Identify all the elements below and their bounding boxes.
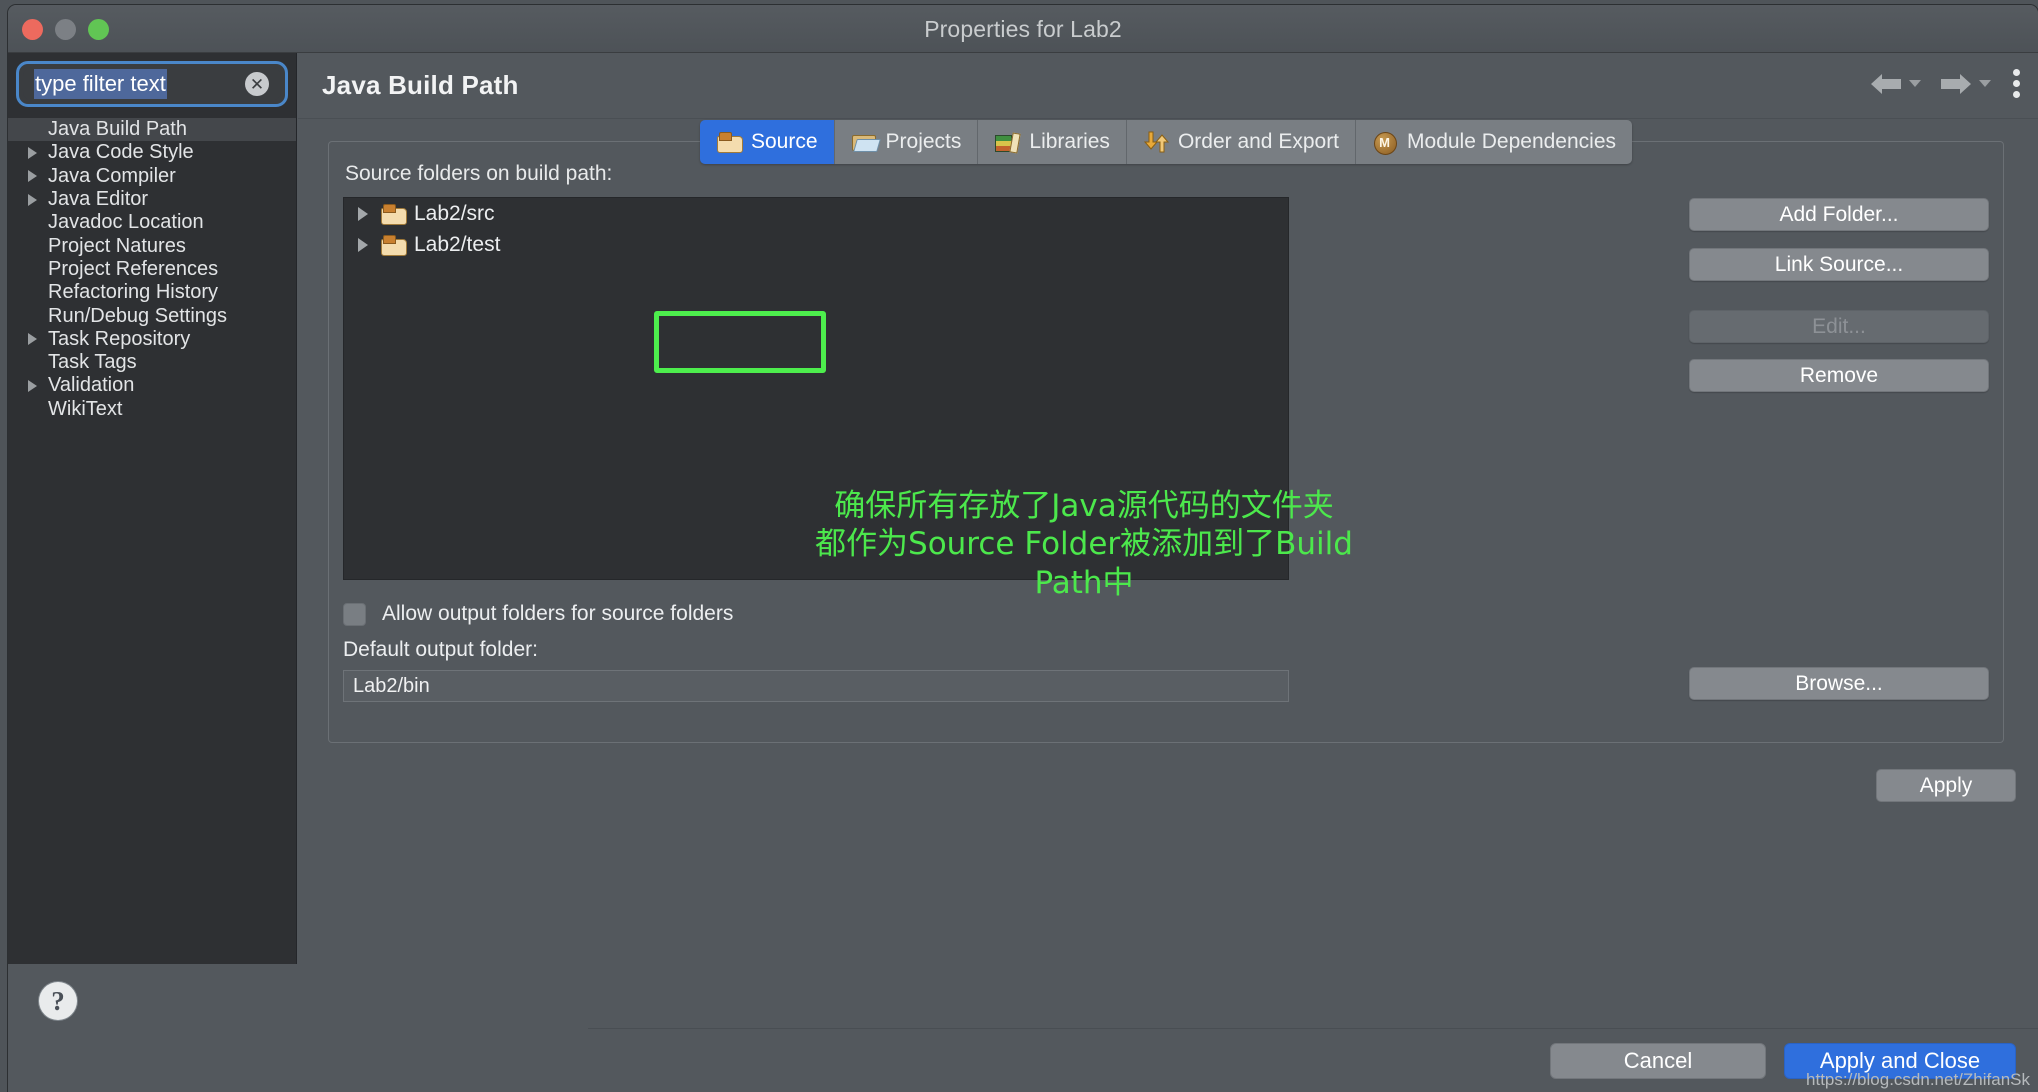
sidebar-item-task-tags[interactable]: Task Tags <box>8 351 296 374</box>
tab-label: Module Dependencies <box>1407 130 1617 153</box>
help-icon[interactable]: ? <box>39 982 77 1020</box>
sidebar-footer: ? <box>8 964 297 1028</box>
sidebar-item-label: Java Editor <box>48 188 149 211</box>
annotation-text: 确保所有存放了Java源代码的文件夹 都作为Source Folder被添加到了… <box>784 487 1384 602</box>
page-header: Java Build Path <box>298 53 2038 119</box>
java-source-folder-icon <box>380 234 407 256</box>
watermark: https://blog.csdn.net/ZhifanSk <box>1806 1070 2030 1089</box>
sidebar-item-run-debug-settings[interactable]: Run/Debug Settings <box>8 304 296 327</box>
sidebar-item-java-editor[interactable]: Java Editor <box>8 188 296 211</box>
java-source-folder-icon <box>716 131 743 153</box>
tab-label: Source <box>750 130 818 153</box>
sidebar-item-label: Java Code Style <box>48 141 194 164</box>
page-nav-controls <box>1861 69 2028 98</box>
view-menu-icon[interactable] <box>2013 69 2020 98</box>
expand-arrow-icon[interactable] <box>28 380 46 392</box>
sidebar-item-java-compiler[interactable]: Java Compiler <box>8 165 296 188</box>
default-output-folder-input[interactable]: Lab2/bin <box>343 670 1289 702</box>
sidebar-item-task-repository[interactable]: Task Repository <box>8 328 296 351</box>
back-button[interactable] <box>1861 71 1929 97</box>
clear-icon[interactable]: ✕ <box>245 72 269 96</box>
forward-dropdown-icon[interactable] <box>1979 80 1991 87</box>
settings-detail-pane: Java Build Path Source Projects Librarie… <box>298 53 2038 1092</box>
sidebar-item-project-references[interactable]: Project References <box>8 258 296 281</box>
expand-arrow-icon[interactable] <box>28 170 46 182</box>
cancel-button[interactable]: Cancel <box>1550 1043 1766 1079</box>
sidebar-item-label: Task Tags <box>48 351 137 374</box>
page-title: Java Build Path <box>322 70 519 100</box>
properties-dialog-window: Properties for Lab2 type filter text ✕ J… <box>8 5 2038 1092</box>
sidebar-item-label: Javadoc Location <box>48 211 204 234</box>
browse-button[interactable]: Browse... <box>1689 667 1989 700</box>
source-folder-name: Lab2/src <box>414 201 495 225</box>
sidebar-item-refactoring-history[interactable]: Refactoring History <box>8 281 296 304</box>
tab-source[interactable]: Source <box>699 120 835 164</box>
annotation-line-1: 确保所有存放了Java源代码的文件夹 <box>834 488 1334 524</box>
sidebar-item-label: Project References <box>48 257 219 280</box>
forward-button[interactable] <box>1931 71 1999 97</box>
tab-bar: Source Projects Libraries Order and Export M… <box>329 120 2003 164</box>
sidebar-item-label: Java Compiler <box>48 164 176 187</box>
dialog-body: type filter text ✕ Java Build Path Java C… <box>8 53 2038 1092</box>
source-folder-row[interactable]: Lab2/src <box>344 198 1288 229</box>
source-folder-row[interactable]: Lab2/test <box>344 229 1288 260</box>
module-m-icon <box>1372 131 1398 155</box>
tab-projects[interactable]: Projects <box>834 120 979 164</box>
sidebar-item-label: Run/Debug Settings <box>48 304 228 327</box>
build-path-card: Source Projects Libraries Order and Export M… <box>328 120 2004 743</box>
expand-arrow-icon[interactable] <box>358 207 380 221</box>
java-source-folder-icon <box>380 203 407 225</box>
filter-field-inner[interactable]: type filter text ✕ <box>23 68 281 100</box>
annotation-line-2: 都作为Source Folder被添加到了Build Path中 <box>815 526 1353 601</box>
remove-button[interactable]: Remove <box>1689 359 1989 392</box>
expand-arrow-icon[interactable] <box>28 147 46 159</box>
settings-tree: Java Build Path Java Code Style Java Compi… <box>8 116 296 1028</box>
sidebar-item-label: Task Repository <box>48 327 191 350</box>
window-title: Properties for Lab2 <box>924 16 1122 42</box>
filter-field-wrapper[interactable]: type filter text ✕ <box>16 61 288 107</box>
source-folders-label: Source folders on build path: <box>345 162 613 185</box>
edit-button: Edit... <box>1689 310 1989 343</box>
search-input[interactable]: type filter text <box>34 69 167 99</box>
sidebar-item-label: Refactoring History <box>48 281 219 304</box>
tab-libraries[interactable]: Libraries <box>978 120 1127 164</box>
add-folder-button[interactable]: Add Folder... <box>1689 198 1989 231</box>
source-folder-name: Lab2/test <box>414 232 501 256</box>
title-bar: Properties for Lab2 <box>8 5 2038 53</box>
default-output-folder-label: Default output folder: <box>343 638 538 661</box>
expand-arrow-icon[interactable] <box>28 333 46 345</box>
sidebar-item-javadoc-location[interactable]: Javadoc Location <box>8 211 296 234</box>
tab-group: Source Projects Libraries Order and Export M… <box>699 120 1633 164</box>
allow-output-folders-row[interactable]: Allow output folders for source folders <box>343 602 733 626</box>
sidebar-item-java-build-path[interactable]: Java Build Path <box>8 118 296 142</box>
settings-sidebar: type filter text ✕ Java Build Path Java C… <box>8 53 297 1028</box>
tab-label: Libraries <box>1029 130 1110 153</box>
tab-module-dependencies[interactable]: Module Dependencies <box>1356 120 1633 164</box>
up-down-arrows-icon <box>1143 131 1169 153</box>
sidebar-item-project-natures[interactable]: Project Natures <box>8 234 296 257</box>
tab-order-and-export[interactable]: Order and Export <box>1126 120 1357 164</box>
sidebar-item-label: Project Natures <box>48 234 186 257</box>
sidebar-item-validation[interactable]: Validation <box>8 374 296 397</box>
sidebar-item-java-code-style[interactable]: Java Code Style <box>8 141 296 164</box>
back-dropdown-icon[interactable] <box>1909 80 1921 87</box>
apply-button[interactable]: Apply <box>1876 769 2016 802</box>
allow-output-folders-label: Allow output folders for source folders <box>382 602 734 625</box>
expand-arrow-icon[interactable] <box>358 238 380 252</box>
expand-arrow-icon[interactable] <box>28 194 46 206</box>
open-folder-icon <box>851 131 877 153</box>
tab-label: Projects <box>885 130 962 153</box>
books-icon <box>994 131 1020 153</box>
sidebar-item-label: Java Build Path <box>48 118 187 141</box>
sidebar-item-label: WikiText <box>48 397 123 420</box>
link-source-button[interactable]: Link Source... <box>1689 248 1989 281</box>
sidebar-item-label: Validation <box>48 374 135 397</box>
allow-output-folders-checkbox[interactable] <box>343 602 366 626</box>
tab-label: Order and Export <box>1177 130 1340 153</box>
sidebar-item-wikitext[interactable]: WikiText <box>8 398 296 421</box>
